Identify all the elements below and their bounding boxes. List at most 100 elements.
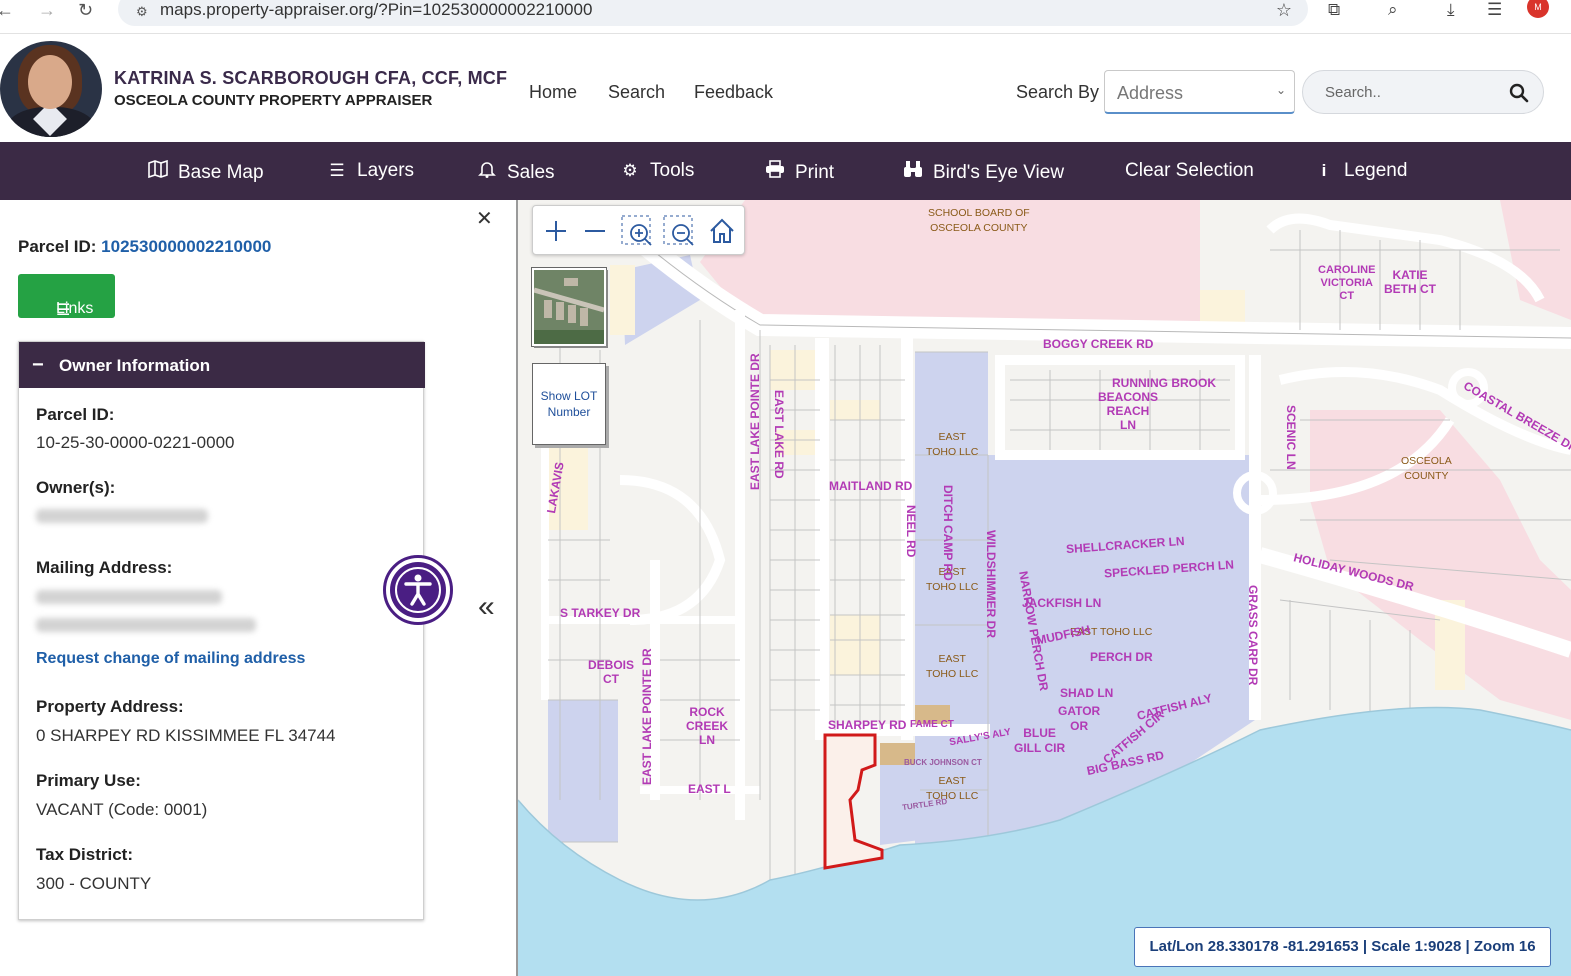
nav-home-link[interactable]: Home [529, 82, 577, 103]
toolbar-legend[interactable]: i Legend [1312, 160, 1408, 182]
street-label: FAME CT [910, 719, 954, 730]
toolbar-birds-eye-view[interactable]: Bird's Eye View [901, 160, 1064, 184]
field-parcel-value: 10-25-30-0000-0221-0000 [36, 433, 235, 452]
page-search-icon[interactable]: ⌕ [1388, 0, 1398, 20]
toolbar-base-map[interactable]: Base Map [146, 159, 264, 184]
mailing-line-2-redacted [36, 618, 256, 632]
nav-feedback-link[interactable]: Feedback [694, 82, 773, 103]
parcel-panel: ✕ Parcel ID: 102530000002210000 ☰ Links … [0, 200, 518, 976]
media-icon[interactable]: ☰ [1487, 0, 1502, 20]
gear-icon: ⚙ [622, 161, 638, 180]
owner-label-school-board: SCHOOL BOARD OF OSCEOLA COUNTY [928, 207, 1030, 234]
bookmark-star-icon[interactable]: ☆ [1276, 0, 1292, 21]
street-label: ROCK CREEK LN [686, 705, 729, 747]
profile-avatar[interactable]: M [1527, 0, 1549, 18]
map-view[interactable]: SCHOOL BOARD OF OSCEOLA COUNTY EAST TOHO… [518, 200, 1571, 976]
field-property-label: Property Address: [36, 697, 184, 716]
toolbar-tools[interactable]: ⚙ Tools [618, 160, 694, 182]
request-change-link[interactable]: Request change of mailing address [36, 650, 305, 668]
home-extent-button[interactable] [705, 214, 739, 248]
chevron-down-icon: ⌄ [1275, 83, 1286, 97]
zoom-box-in-icon [621, 215, 652, 246]
bell-icon [475, 160, 499, 183]
street-label: EAST L [688, 782, 731, 796]
owner-information-header[interactable]: − Owner Information [19, 342, 425, 388]
toolbar-clear-selection[interactable]: Clear Selection [1125, 160, 1254, 182]
minus-icon [585, 230, 605, 232]
field-mailing-label: Mailing Address: [36, 558, 173, 577]
street-label: GRASS CARP DR [1246, 585, 1260, 686]
binoculars-icon [901, 160, 925, 183]
street-label: EAST LAKE POINTE DR [640, 648, 654, 785]
street-label: BLUE GILL CIR [1014, 726, 1066, 755]
extensions-icon[interactable]: ⧉ [1328, 0, 1340, 20]
address-bar[interactable]: ⚙ maps.property-appraiser.org/?Pin=10253… [118, 0, 1308, 26]
owner-label-osceola-county: OSCEOLA COUNTY [1401, 455, 1452, 482]
parcel-id-link[interactable]: 102530000002210000 [101, 237, 271, 256]
appraiser-name: KATRINA S. SCARBOROUGH CFA, CCF, MCF [114, 68, 508, 88]
zoom-controls [532, 205, 745, 255]
back-arrow-icon[interactable]: ← [0, 0, 14, 21]
box-zoom-in-button[interactable] [620, 214, 654, 248]
field-use-value: VACANT (Code: 0001) [36, 800, 208, 819]
street-label: S TARKEY DR [560, 606, 641, 620]
field-use-label: Primary Use: [36, 771, 141, 790]
accessibility-button[interactable] [383, 555, 453, 625]
mailing-line-1-redacted [36, 590, 222, 604]
browser-toolbar: ← → ↻ ⚙ maps.property-appraiser.org/?Pin… [0, 0, 1571, 34]
collapse-panel-icon[interactable]: « [478, 590, 495, 624]
site-header: KATRINA S. SCARBOROUGH CFA, CCF, MCF OSC… [0, 35, 1571, 142]
search-input[interactable]: Search.. [1302, 70, 1544, 114]
street-label: WILDSHIMMER DR [984, 530, 998, 638]
field-owners-label: Owner(s): [36, 478, 116, 497]
url-text[interactable]: maps.property-appraiser.org/?Pin=1025300… [160, 0, 592, 20]
home-icon [710, 218, 734, 243]
toolbar-layers[interactable]: ☰ Layers [325, 160, 414, 182]
map-toolbar: Base Map ☰ Layers Sales ⚙ Tools Print Bird… [0, 142, 1571, 200]
close-icon[interactable]: ✕ [476, 206, 493, 231]
printer-icon [763, 160, 787, 183]
forward-arrow-icon[interactable]: → [38, 0, 56, 21]
zoom-out-button[interactable] [578, 214, 612, 248]
street-label: PERCH DR [1090, 650, 1153, 664]
field-tax-value: 300 - COUNTY [36, 874, 152, 893]
street-label: EAST LAKE RD [772, 390, 786, 479]
collapse-minus-icon[interactable]: − [32, 354, 44, 377]
reload-icon[interactable]: ↻ [78, 0, 93, 21]
search-placeholder: Search.. [1325, 84, 1381, 101]
show-lot-number-button[interactable]: Show LOT Number [532, 363, 606, 445]
office-title: OSCEOLA COUNTY PROPERTY APPRAISER [114, 92, 433, 109]
nav-search-link[interactable]: Search [608, 82, 665, 103]
street-label: NEEL RD [904, 505, 918, 558]
coordinate-status: Lat/Lon 28.330178 -81.291653 | Scale 1:9… [1134, 927, 1551, 967]
street-label: KATIE BETH CT [1384, 268, 1436, 296]
box-zoom-out-button[interactable] [662, 214, 696, 248]
toolbar-sales[interactable]: Sales [475, 160, 555, 184]
street-label: JACKFISH LN [1022, 596, 1102, 610]
street-label: BOGGY CREEK RD [1043, 337, 1154, 351]
search-icon[interactable] [1509, 83, 1529, 103]
field-property-value: 0 SHARPEY RD KISSIMMEE FL 34744 [36, 726, 336, 745]
toolbar-print[interactable]: Print [763, 160, 834, 184]
street-label: EAST LAKE POINTE DR [748, 353, 762, 490]
parcel-id-heading: Parcel ID: 102530000002210000 [18, 237, 272, 256]
site-settings-icon[interactable]: ⚙ [136, 4, 148, 20]
aerial-basemap-thumbnail[interactable] [532, 268, 606, 346]
owner-label-east-toho-1: EAST TOHO LLC [926, 431, 979, 458]
accessibility-icon [395, 567, 441, 613]
owner-information-card: − Owner Information Parcel ID: 10-25-30-… [18, 341, 425, 920]
street-label: SHAD LN [1060, 686, 1114, 700]
info-icon: i [1321, 161, 1327, 180]
field-parcel-label: Parcel ID: [36, 405, 115, 424]
owner-name-redacted [36, 509, 208, 523]
street-label: RUNNING BROOK [1112, 376, 1216, 390]
map-icon [146, 159, 170, 183]
street-label: BUCK JOHNSON CT [904, 758, 982, 767]
links-button[interactable]: ☰ Links [18, 274, 115, 319]
zoom-in-button[interactable] [539, 214, 573, 248]
download-icon[interactable]: ⤓ [1447, 0, 1455, 20]
owner-label-east-toho-3: EAST TOHO LLC [926, 653, 979, 680]
search-by-label: Search By [1016, 82, 1100, 102]
list-icon: ☰ [329, 161, 345, 180]
search-by-select[interactable]: Address ⌄ [1104, 70, 1295, 114]
